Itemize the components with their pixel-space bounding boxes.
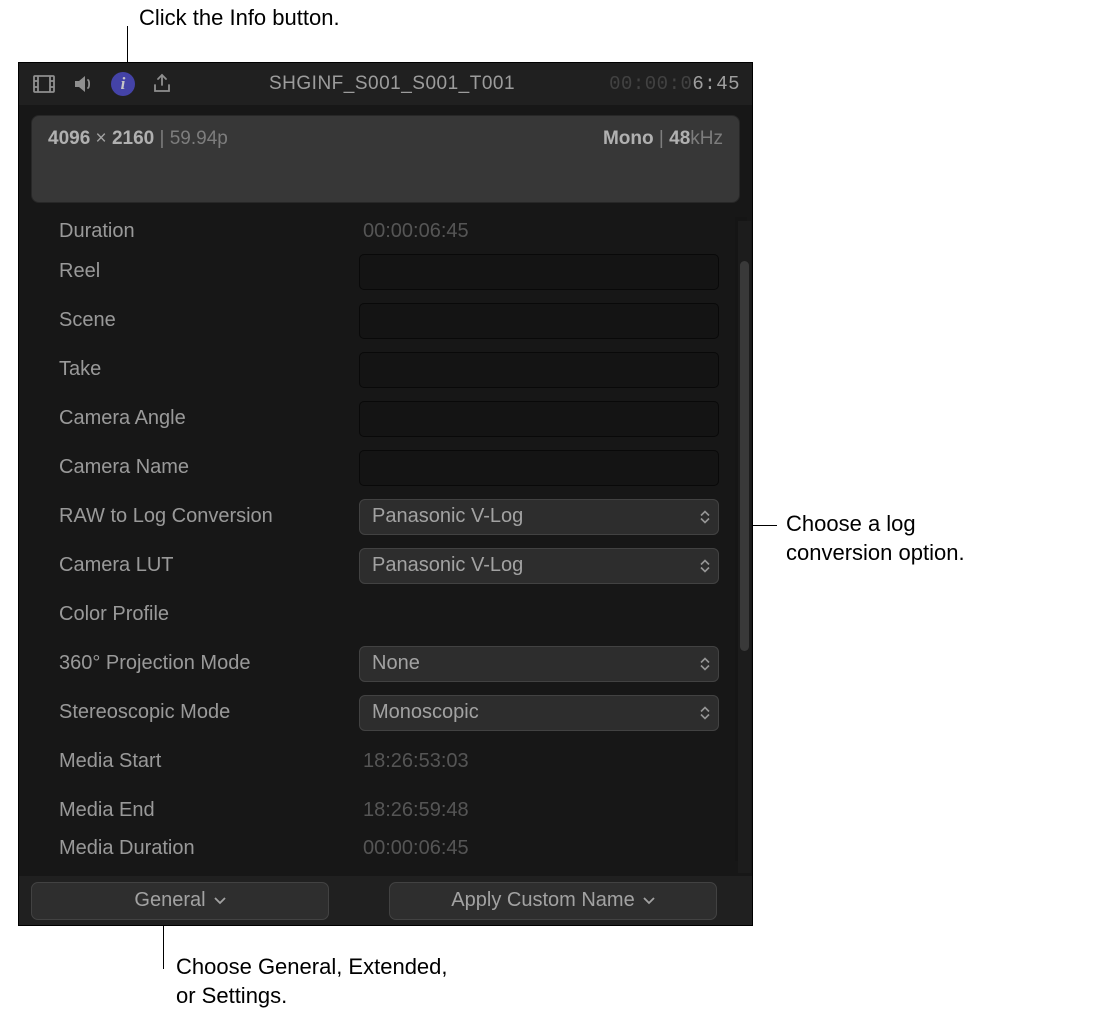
metadata-view-label: General	[134, 889, 205, 912]
label-media-start: Media Start	[59, 750, 359, 773]
callout-log: Choose a log conversion option.	[786, 510, 1016, 567]
apply-custom-name-popup[interactable]: Apply Custom Name	[389, 882, 717, 920]
input-camera-angle[interactable]	[359, 401, 719, 437]
input-scene[interactable]	[359, 303, 719, 339]
timecode-display: 00:00:06:45	[609, 73, 740, 95]
select-stereo-value: Monoscopic	[372, 701, 479, 724]
row-projection: 360° Projection Mode None	[19, 639, 735, 688]
callout-info: Click the Info button.	[139, 4, 340, 33]
chevron-down-icon	[643, 897, 655, 905]
label-projection: 360° Projection Mode	[59, 652, 359, 675]
video-tab-icon[interactable]	[31, 71, 57, 97]
scrollbar[interactable]	[738, 221, 751, 873]
row-raw-log: RAW to Log Conversion Panasonic V-Log	[19, 492, 735, 541]
timecode-prefix: 00:00:0	[609, 73, 692, 95]
input-take[interactable]	[359, 352, 719, 388]
inspector-panel: i SHGINF_S001_S001_T001 00:00:06:45 4096…	[18, 62, 753, 926]
label-raw-log: RAW to Log Conversion	[59, 505, 359, 528]
input-reel[interactable]	[359, 254, 719, 290]
label-stereo: Stereoscopic Mode	[59, 701, 359, 724]
value-media-start: 18:26:53:03	[359, 750, 719, 773]
label-media-end: Media End	[59, 799, 359, 822]
label-color-profile: Color Profile	[59, 603, 359, 626]
label-camera-angle: Camera Angle	[59, 407, 359, 430]
row-camera-name: Camera Name	[19, 443, 735, 492]
timecode-end: 6:45	[692, 73, 740, 95]
callout-general: Choose General, Extended, or Settings.	[176, 953, 456, 1010]
row-media-end: Media End 18:26:59:48	[19, 786, 735, 835]
inspector-topbar: i SHGINF_S001_S001_T001 00:00:06:45	[19, 63, 752, 105]
value-media-duration: 00:00:06:45	[359, 837, 719, 860]
input-camera-name[interactable]	[359, 450, 719, 486]
properties-list: Duration 00:00:06:45 Reel Scene Take Cam…	[19, 217, 752, 861]
value-duration: 00:00:06:45	[359, 220, 719, 243]
select-projection-value: None	[372, 652, 420, 675]
value-media-end: 18:26:59:48	[359, 799, 719, 822]
share-tab-icon[interactable]	[149, 71, 175, 97]
row-scene: Scene	[19, 296, 735, 345]
format-resolution: 4096 × 2160 | 59.94p	[48, 128, 228, 150]
apply-custom-name-label: Apply Custom Name	[451, 889, 634, 912]
row-media-start: Media Start 18:26:53:03	[19, 737, 735, 786]
label-reel: Reel	[59, 260, 359, 283]
chevrons-icon	[700, 558, 710, 573]
format-audio: Mono | 48kHz	[603, 128, 723, 150]
row-reel: Reel	[19, 247, 735, 296]
label-take: Take	[59, 358, 359, 381]
select-camera-lut-value: Panasonic V-Log	[372, 554, 523, 577]
row-take: Take	[19, 345, 735, 394]
label-duration: Duration	[59, 220, 359, 243]
row-media-duration: Media Duration 00:00:06:45	[19, 835, 735, 861]
row-duration: Duration 00:00:06:45	[19, 217, 735, 247]
select-stereo[interactable]: Monoscopic	[359, 695, 719, 731]
label-media-duration: Media Duration	[59, 837, 359, 860]
chevrons-icon	[700, 509, 710, 524]
info-tab-button[interactable]: i	[111, 72, 135, 96]
row-color-profile: Color Profile	[19, 590, 735, 639]
select-projection[interactable]: None	[359, 646, 719, 682]
inspector-bottombar: General Apply Custom Name	[19, 876, 752, 925]
row-camera-angle: Camera Angle	[19, 394, 735, 443]
audio-tab-icon[interactable]	[71, 71, 97, 97]
row-stereo: Stereoscopic Mode Monoscopic	[19, 688, 735, 737]
select-raw-log-value: Panasonic V-Log	[372, 505, 523, 528]
chevrons-icon	[700, 705, 710, 720]
select-raw-log[interactable]: Panasonic V-Log	[359, 499, 719, 535]
select-camera-lut[interactable]: Panasonic V-Log	[359, 548, 719, 584]
label-camera-lut: Camera LUT	[59, 554, 359, 577]
chevron-down-icon	[214, 897, 226, 905]
clip-title: SHGINF_S001_S001_T001	[189, 73, 595, 95]
label-camera-name: Camera Name	[59, 456, 359, 479]
row-camera-lut: Camera LUT Panasonic V-Log	[19, 541, 735, 590]
scrollbar-thumb[interactable]	[740, 261, 749, 651]
label-scene: Scene	[59, 309, 359, 332]
format-strip: 4096 × 2160 | 59.94p Mono | 48kHz	[31, 115, 740, 203]
metadata-view-popup[interactable]: General	[31, 882, 329, 920]
chevrons-icon	[700, 656, 710, 671]
